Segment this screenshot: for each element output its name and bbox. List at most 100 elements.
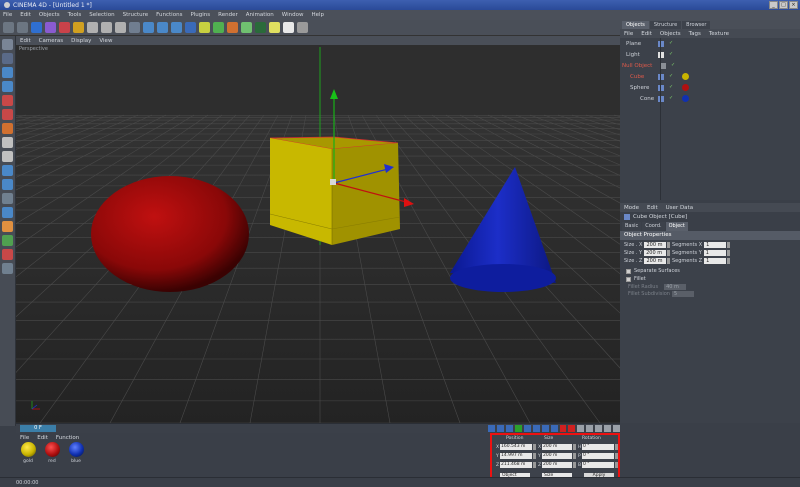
menu-functions[interactable]: Functions	[156, 12, 182, 18]
sculpt-icon[interactable]	[2, 221, 13, 232]
size-y-field[interactable]: 200 m	[542, 453, 572, 459]
object-row-light[interactable]: Light ✓	[620, 49, 800, 60]
material-menu-edit[interactable]: Edit	[37, 435, 48, 441]
size-y-spinner[interactable]	[667, 250, 671, 256]
menu-structure[interactable]: Structure	[123, 12, 149, 18]
move-icon[interactable]	[45, 22, 56, 33]
position-z-spinner[interactable]	[533, 462, 536, 468]
segments-y-input[interactable]: 1	[703, 250, 726, 256]
enabled-check-icon[interactable]: ✓	[669, 85, 674, 90]
coordinate-system-icon[interactable]	[129, 22, 140, 33]
rotate-icon[interactable]	[73, 22, 84, 33]
undo-icon[interactable]	[3, 22, 14, 33]
tweak-icon[interactable]	[2, 165, 13, 176]
workplane-icon[interactable]	[2, 179, 13, 190]
menu-edit[interactable]: Edit	[20, 12, 31, 18]
rotation-b-spinner[interactable]	[615, 462, 618, 468]
goto-start-icon[interactable]	[488, 424, 495, 432]
spline-pen-icon[interactable]	[199, 22, 210, 33]
attr-menu-edit[interactable]: Edit	[647, 205, 658, 211]
play-icon[interactable]	[514, 424, 522, 432]
redo-icon[interactable]	[17, 22, 28, 33]
rotation-h-spinner[interactable]	[615, 444, 618, 450]
segments-y-spinner[interactable]	[726, 250, 730, 256]
scale-icon[interactable]	[59, 22, 70, 33]
menu-objects[interactable]: Objects	[39, 12, 60, 18]
next-key-icon[interactable]	[532, 424, 540, 432]
obj-menu-tags[interactable]: Tags	[689, 31, 701, 37]
goto-end-icon[interactable]	[541, 424, 549, 432]
light-icon[interactable]	[283, 22, 294, 33]
attr-menu-mode[interactable]: Mode	[624, 205, 639, 211]
loop-icon[interactable]	[550, 424, 558, 432]
prev-frame-icon[interactable]	[505, 424, 513, 432]
obj-menu-edit[interactable]: Edit	[641, 31, 652, 37]
viewport-menu-display[interactable]: Display	[71, 38, 91, 44]
menu-file[interactable]: File	[3, 12, 12, 18]
position-y-field[interactable]: 14.997 m	[500, 453, 532, 459]
layout-icon[interactable]	[297, 22, 308, 33]
size-x-spinner[interactable]	[573, 444, 576, 450]
enabled-check-icon[interactable]: ✓	[669, 96, 674, 101]
tab-objects[interactable]: Objects	[622, 21, 649, 29]
knife-icon[interactable]	[2, 263, 13, 274]
position-x-spinner[interactable]	[533, 444, 536, 450]
size-x-input[interactable]: 200 m	[644, 242, 667, 248]
checkerboard-2-icon[interactable]	[2, 151, 13, 162]
segments-x-input[interactable]: 1	[704, 242, 727, 248]
use-texture-tool-icon[interactable]	[2, 67, 13, 78]
menu-window[interactable]: Window	[282, 12, 304, 18]
record-icon[interactable]	[559, 424, 567, 432]
viewport-menu-edit[interactable]: Edit	[20, 38, 31, 44]
enabled-check-icon[interactable]: ✓	[669, 52, 674, 57]
use-polygon-tool-icon[interactable]	[2, 123, 13, 134]
y-axis-icon[interactable]	[101, 22, 112, 33]
rotation-p-spinner[interactable]	[615, 453, 618, 459]
cube-object[interactable]	[269, 136, 401, 245]
size-z-spinner[interactable]	[667, 258, 671, 264]
current-frame-field[interactable]: 0 F	[20, 425, 56, 432]
keyframe-selection-icon[interactable]	[577, 424, 585, 432]
size-x-field[interactable]: 200 m	[542, 444, 572, 450]
checkerboard-icon[interactable]	[2, 137, 13, 148]
material-red[interactable]: red	[44, 442, 60, 476]
menu-help[interactable]: Help	[311, 12, 324, 18]
object-row-plane[interactable]: Plane ✓	[620, 38, 800, 49]
viewport-scene[interactable]	[16, 45, 620, 423]
segments-z-spinner[interactable]	[727, 258, 731, 264]
obj-menu-file[interactable]: File	[624, 31, 633, 37]
x-axis-icon[interactable]	[87, 22, 98, 33]
material-menu-file[interactable]: File	[20, 435, 29, 441]
segments-x-spinner[interactable]	[727, 242, 731, 248]
scale-key-icon[interactable]	[595, 424, 603, 432]
render-picture-viewer-icon[interactable]	[157, 22, 168, 33]
maximize-icon[interactable]: □	[779, 1, 788, 9]
prev-key-icon[interactable]	[496, 424, 504, 432]
use-axis-tool-icon[interactable]	[2, 81, 13, 92]
use-model-tool-icon[interactable]	[2, 39, 13, 50]
enabled-check-icon[interactable]: ✓	[669, 41, 674, 46]
deformer-icon[interactable]	[241, 22, 252, 33]
size-z-spinner[interactable]	[573, 462, 576, 468]
enabled-check-icon[interactable]: ✓	[671, 63, 676, 68]
render-settings-icon[interactable]	[171, 22, 182, 33]
perspective-viewport[interactable]: Perspective	[16, 45, 620, 423]
next-frame-icon[interactable]	[523, 424, 531, 432]
use-point-tool-icon[interactable]	[2, 95, 13, 106]
menu-render[interactable]: Render	[218, 12, 238, 18]
object-manager-column-divider[interactable]	[660, 38, 661, 200]
snap-icon[interactable]	[2, 193, 13, 204]
tab-browser[interactable]: Browser	[682, 21, 711, 29]
close-icon[interactable]: ×	[789, 1, 798, 9]
segments-z-input[interactable]: 1	[704, 258, 727, 264]
autokey-icon[interactable]	[568, 424, 576, 432]
menu-animation[interactable]: Animation	[246, 12, 274, 18]
use-edge-tool-icon[interactable]	[2, 109, 13, 120]
material-blue[interactable]: blue	[68, 442, 84, 476]
object-row-cone[interactable]: Cone ✓	[620, 93, 800, 104]
attr-menu-user-data[interactable]: User Data	[666, 205, 693, 211]
obj-menu-objects[interactable]: Objects	[660, 31, 681, 37]
position-x-field[interactable]: 160.543 m	[500, 444, 532, 450]
position-y-spinner[interactable]	[533, 453, 536, 459]
object-row-null[interactable]: Null Object ✓	[620, 60, 800, 71]
